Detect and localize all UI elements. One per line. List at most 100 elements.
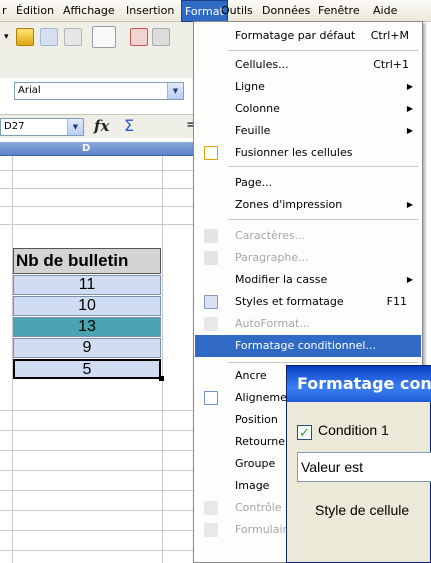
menu-item-colonne[interactable]: Colonne ▶ [195, 98, 421, 120]
menu-aide[interactable]: Aide [373, 0, 397, 22]
column-header[interactable]: D [0, 142, 200, 156]
gridline [0, 224, 200, 225]
gridline [0, 188, 200, 189]
name-box[interactable]: D27 ▼ [0, 118, 84, 136]
menu-item-shortcut: F11 [386, 295, 407, 308]
menu-item-formatage-conditionnel[interactable]: Formatage conditionnel... [195, 335, 421, 357]
form-icon [204, 523, 218, 537]
menu-item-label: Zones d'impression [235, 198, 343, 211]
condition-checkbox[interactable]: ✓ [297, 425, 312, 440]
gridline [0, 530, 200, 531]
email-icon[interactable] [64, 28, 82, 46]
menu-outils[interactable]: Outils [221, 0, 253, 22]
chevron-down-icon[interactable]: ▼ [67, 119, 83, 135]
gridline [0, 450, 200, 451]
gridline [0, 206, 200, 207]
new-document-icon[interactable] [16, 28, 34, 46]
save-icon[interactable] [40, 28, 58, 46]
submenu-arrow-icon: ▶ [406, 200, 413, 209]
menu-item-shortcut: Ctrl+1 [373, 58, 409, 71]
fill-handle[interactable] [159, 376, 164, 381]
paragraph-icon [204, 251, 218, 265]
menu-item-label: Formatage conditionnel... [235, 339, 376, 352]
menu-item-label: AutoFormat... [235, 317, 310, 330]
cell-style-label: Style de cellule [315, 502, 410, 518]
chevron-down-icon[interactable]: ▼ [167, 83, 183, 99]
cell-header[interactable]: Nb de bulletin [13, 248, 161, 274]
menu-item-label: Cellules... [235, 58, 289, 71]
menu-item-styles-formatage[interactable]: Styles et formatage F11 [195, 291, 421, 313]
gridline [0, 550, 200, 551]
menu-item-label: Retourner [235, 435, 290, 448]
sum-icon[interactable]: Σ [124, 116, 134, 135]
dialog-title: Formatage conditionnel [287, 366, 431, 402]
menu-item-formatage-par-defaut[interactable]: Formatage par défaut Ctrl+M [195, 25, 421, 47]
gridline [0, 170, 200, 171]
gridline [0, 510, 200, 511]
menu-item-label: Fusionner les cellules [235, 146, 353, 159]
menu-item-label: Formulaire [235, 523, 294, 536]
print-icon[interactable] [152, 28, 170, 46]
toolbar: ▾ Arial ▼ [0, 22, 200, 100]
gridline [0, 470, 200, 471]
menu-item-cellules[interactable]: Cellules... Ctrl+1 [195, 54, 421, 76]
submenu-arrow-icon: ▶ [406, 104, 413, 113]
menu-item-fusionner[interactable]: Fusionner les cellules [195, 142, 421, 164]
alignment-icon [204, 391, 218, 405]
autoformat-icon [204, 317, 218, 331]
menu-item-paragraphe[interactable]: Paragraphe... [195, 247, 421, 269]
menu-item-ligne[interactable]: Ligne ▶ [195, 76, 421, 98]
submenu-arrow-icon: ▶ [406, 275, 413, 284]
gridline [0, 490, 200, 491]
menu-item-label: Styles et formatage [235, 295, 344, 308]
cell-value[interactable]: 9 [13, 338, 161, 358]
menu-item-label: Position [235, 413, 278, 426]
menu-item-feuille[interactable]: Feuille ▶ [195, 120, 421, 142]
column-header-label: D [82, 143, 91, 154]
menu-separator [228, 50, 418, 51]
function-wizard-icon[interactable]: fx [94, 117, 109, 135]
menu-item-autoformat[interactable]: AutoFormat... [195, 313, 421, 335]
conditional-format-dialog: Formatage conditionnel ✓ Condition 1 Vale… [286, 365, 431, 563]
cell-value-selected[interactable]: 5 [13, 359, 161, 379]
menu-item-label: Groupe [235, 457, 276, 470]
gridline [0, 410, 200, 411]
menu-bar: r Édition Affichage Insertion Format Out… [0, 0, 431, 22]
edit-mode-icon[interactable] [92, 26, 116, 48]
menu-item-label: Contrôle [235, 501, 282, 514]
menu-donnees[interactable]: Données [262, 0, 310, 22]
menu-fenetre[interactable]: Fenêtre [318, 0, 360, 22]
condition-type-select[interactable]: Valeur est [297, 452, 431, 482]
condition-label: Condition 1 [318, 422, 389, 438]
menu-fichier-partial[interactable]: r [2, 0, 7, 22]
cell-value[interactable]: 13 [13, 317, 161, 337]
pdf-export-icon[interactable] [130, 28, 148, 46]
menu-affichage[interactable]: Affichage [63, 0, 115, 22]
menu-insertion[interactable]: Insertion [126, 0, 174, 22]
menu-item-shortcut: Ctrl+M [370, 29, 409, 42]
merge-cells-icon [204, 146, 218, 160]
menu-item-label: Modifier la casse [235, 273, 328, 286]
control-icon [204, 501, 218, 515]
submenu-arrow-icon: ▶ [406, 126, 413, 135]
cell-value[interactable]: 11 [13, 275, 161, 295]
menu-item-caracteres[interactable]: Caractères... [195, 225, 421, 247]
menu-item-modifier-casse[interactable]: Modifier la casse ▶ [195, 269, 421, 291]
gridline [0, 430, 200, 431]
cell-reference: D27 [4, 121, 25, 132]
menu-edition[interactable]: Édition [16, 0, 54, 22]
menu-item-label: Paragraphe... [235, 251, 309, 264]
menu-item-label: Formatage par défaut [235, 29, 356, 42]
menu-item-label: Page... [235, 176, 273, 189]
menu-item-label: Image [235, 479, 270, 492]
menu-item-zones-impression[interactable]: Zones d'impression ▶ [195, 194, 421, 216]
styles-icon [204, 295, 218, 309]
menu-item-label: Ancre [235, 369, 267, 382]
cell-value[interactable]: 10 [13, 296, 161, 316]
font-name-combo[interactable]: Arial ▼ [14, 82, 184, 100]
menu-item-label: Colonne [235, 102, 280, 115]
menu-item-label: Feuille [235, 124, 271, 137]
menu-item-page[interactable]: Page... [195, 172, 421, 194]
menu-item-label: Ligne [235, 80, 265, 93]
formula-bar: D27 ▼ fx Σ = [0, 114, 200, 138]
